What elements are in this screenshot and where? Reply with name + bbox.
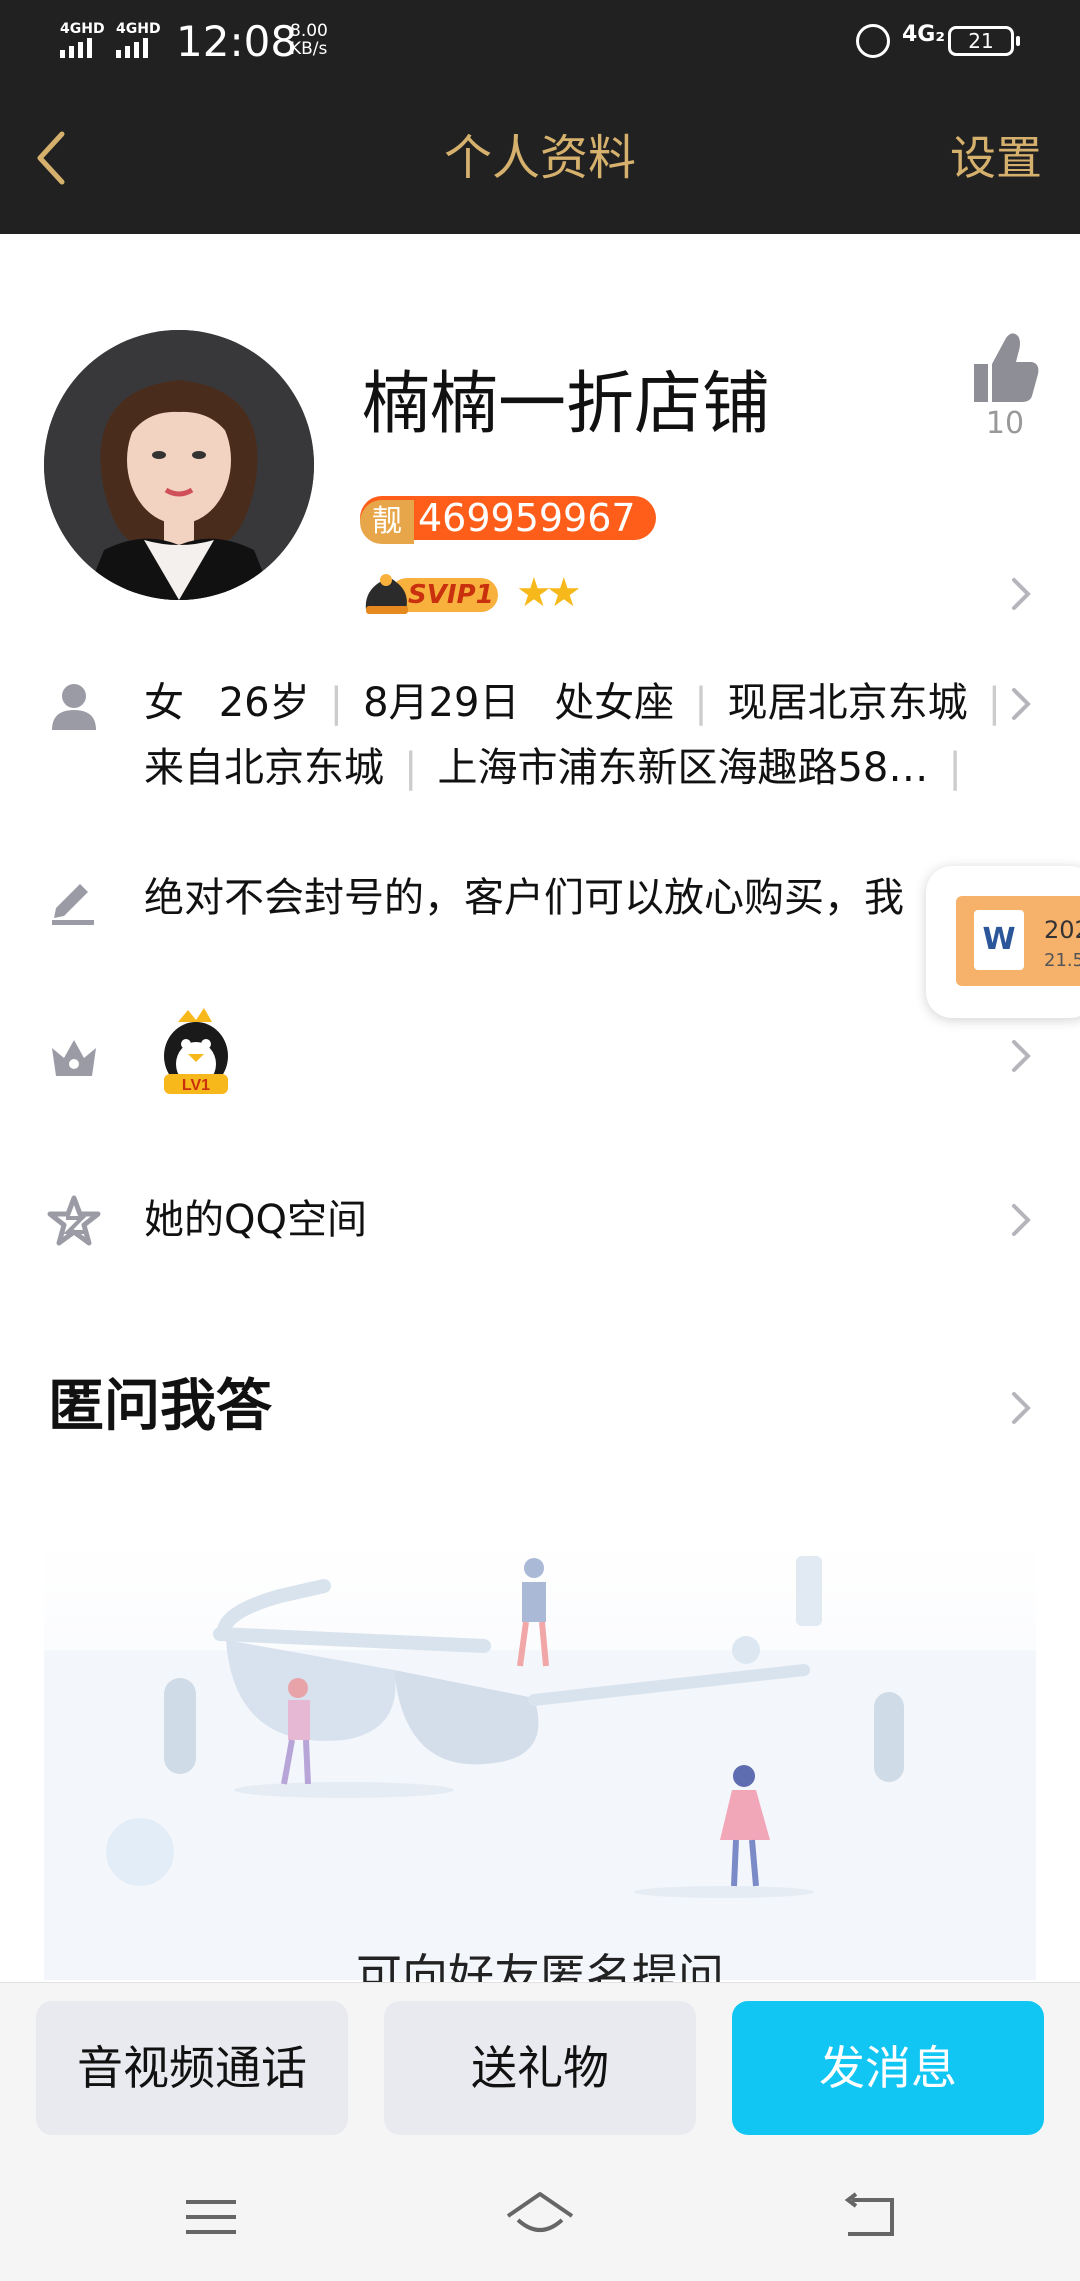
like-count: 10 (985, 406, 1025, 441)
profile-info-line-1[interactable]: 女 26岁 | 8月29日 处女座 | 现居北京东城 | (144, 675, 1021, 731)
file-size: 21.5 (1044, 950, 1080, 971)
crown-icon (52, 1040, 96, 1076)
network-type: 4G₂ (902, 22, 946, 47)
qq-number-badge[interactable]: 靓 469959967 (360, 496, 656, 544)
qzone-star-icon (47, 1195, 101, 1246)
battery-icon: 21 (948, 26, 1020, 56)
chevron-right-icon[interactable] (1008, 1388, 1036, 1428)
word-doc-icon: W (974, 910, 1024, 970)
chevron-right-icon[interactable] (1008, 684, 1036, 724)
page-title: 个人资料 (443, 130, 636, 186)
signal-2-indicator: 4GHD (116, 21, 161, 37)
birthday: 8月29日 (363, 680, 520, 726)
file-name: 202 (1044, 916, 1080, 944)
title-bar: 个人资料 设置 (0, 84, 1080, 234)
chevron-right-icon[interactable] (1008, 1200, 1036, 1240)
network-speed: 8.00 KB/s (290, 22, 328, 58)
pencil-icon (52, 884, 94, 925)
settings-button[interactable]: 设置 (950, 128, 1042, 188)
send-message-button[interactable]: 发消息 (732, 2001, 1044, 2135)
qq-level-penguin-icon[interactable]: LV1 (156, 1004, 236, 1100)
alarm-icon (856, 24, 890, 58)
chevron-right-icon[interactable] (1008, 574, 1036, 614)
back-nav-icon[interactable] (842, 2192, 898, 2238)
person-icon (52, 684, 96, 730)
menu-icon[interactable] (184, 2196, 238, 2238)
clock: 12:08 (176, 17, 298, 66)
profile-info-line-2[interactable]: 来自北京东城 | 上海市浦东新区海趣路58… | (144, 740, 982, 796)
hometown: 来自北京东城 (144, 745, 384, 791)
status-bar: 4GHD 4GHD 12:08 8.00 KB/s 4G₂ 21 (0, 0, 1080, 84)
svip-label: SVIP1 (408, 580, 494, 610)
glasses-illustration (44, 1540, 1036, 1980)
profile-name: 楠楠一折店铺 (362, 365, 771, 444)
speed-unit: KB/s (290, 39, 328, 59)
send-gift-button[interactable]: 送礼物 (384, 2001, 696, 2135)
signal-bars-icon (60, 38, 148, 58)
qq-number: 469959967 (418, 496, 636, 540)
level-label: LV1 (182, 1077, 210, 1094)
age: 26岁 (218, 680, 310, 726)
avatar[interactable] (44, 330, 314, 600)
avatar-photo (44, 330, 314, 600)
video-call-button[interactable]: 音视频通话 (36, 2001, 348, 2135)
system-nav-bar (0, 2160, 1080, 2280)
qzone-link[interactable]: 她的QQ空间 (144, 1192, 367, 1248)
zodiac: 处女座 (554, 680, 675, 726)
level-stars: ★★ (516, 570, 582, 616)
floating-file-card[interactable]: W 202 21.5 (926, 866, 1080, 1018)
home-icon[interactable] (504, 2190, 576, 2240)
gender: 女 (144, 680, 184, 726)
signature[interactable]: 绝对不会封号的，客户们可以放心购买，我 (144, 870, 944, 926)
signal-1-indicator: 4GHD (60, 21, 105, 37)
current-location: 现居北京东城 (727, 680, 968, 726)
anon-qa-title[interactable]: 匿问我答 (48, 1370, 272, 1444)
chevron-right-icon[interactable] (1008, 1036, 1036, 1076)
anon-qa-illustration (44, 1540, 1036, 1980)
address: 上海市浦东新区海趣路58… (437, 745, 929, 791)
thumbs-up-icon[interactable] (970, 330, 1040, 406)
liang-badge: 靓 (360, 500, 414, 544)
speed-value: 8.00 (290, 21, 328, 41)
